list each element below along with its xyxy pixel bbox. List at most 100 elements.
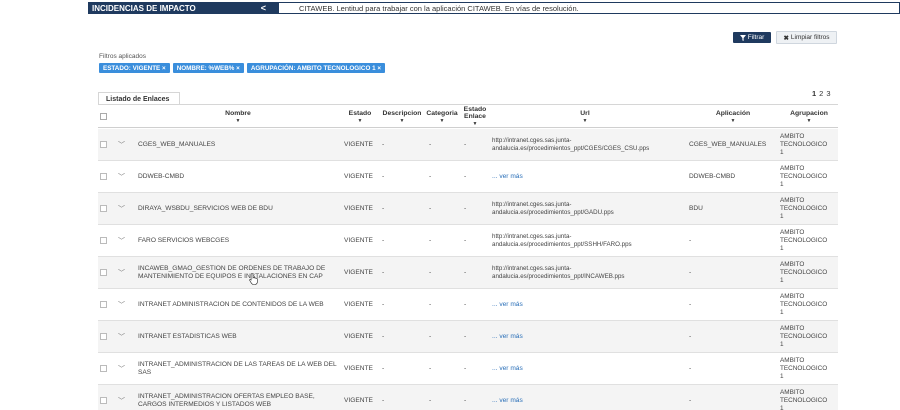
chevron-down-icon[interactable]: ﹀ bbox=[118, 225, 125, 256]
row-checkbox[interactable] bbox=[100, 237, 107, 244]
agr-line: AMBITO bbox=[780, 324, 805, 332]
column-header-nombre[interactable]: Nombre ▼ bbox=[138, 106, 338, 128]
row-checkbox[interactable] bbox=[100, 141, 107, 148]
cell-url[interactable]: http://intranet.cges.sas.junta- andaluci… bbox=[492, 129, 692, 160]
cell-nombre: INTRANET ESTADISTICAS WEB bbox=[138, 332, 237, 340]
banner-title-panel[interactable]: INCIDENCIAS DE IMPACTO < bbox=[88, 2, 278, 14]
column-header-estado[interactable]: Estado ▼ bbox=[343, 106, 377, 128]
row-checkbox[interactable] bbox=[100, 301, 107, 308]
agr-line: 1 bbox=[780, 148, 784, 156]
page-current[interactable]: 1 bbox=[812, 89, 816, 98]
cell-estado-enlace: - bbox=[464, 364, 467, 372]
cell-estado-enlace: - bbox=[464, 268, 467, 276]
column-header-descripcion[interactable]: Descripcion ▼ bbox=[380, 106, 424, 128]
row-checkbox[interactable] bbox=[100, 173, 107, 180]
table-header: Nombre ▼ Estado ▼ Descripcion ▼ Categori… bbox=[98, 106, 838, 128]
row-checkbox[interactable] bbox=[100, 269, 107, 276]
cell-aplicacion: - bbox=[689, 332, 692, 340]
chevron-down-icon[interactable]: ﹀ bbox=[118, 385, 125, 410]
column-header-url[interactable]: Url ▼ bbox=[490, 106, 680, 128]
row-checkbox[interactable] bbox=[100, 397, 107, 404]
clear-filters-label: Limpiar filtros bbox=[790, 34, 830, 41]
cell-categoria: - bbox=[429, 204, 432, 212]
ver-mas-link[interactable]: ... ver más bbox=[492, 321, 523, 352]
page-3[interactable]: 3 bbox=[826, 89, 830, 98]
column-header-categoria[interactable]: Categoria ▼ bbox=[424, 106, 460, 128]
applied-filters: ESTADO: VIGENTE × NOMBRE: %WEB% × AGRUPA… bbox=[99, 63, 386, 73]
cell-descripcion: - bbox=[382, 140, 385, 148]
column-label: Nombre bbox=[225, 109, 251, 117]
cell-estado-enlace: - bbox=[464, 140, 467, 148]
cell-url[interactable]: http://intranet.cges.sas.junta- andaluci… bbox=[492, 257, 692, 288]
sort-down-icon[interactable]: ▼ bbox=[583, 118, 588, 125]
cell-agrupacion: AMBITO TECNOLOGICO 1 bbox=[780, 385, 827, 410]
chevron-down-icon[interactable]: ﹀ bbox=[118, 161, 125, 192]
ver-mas-link[interactable]: ... ver más bbox=[492, 289, 523, 320]
url-line: andalucia.es/procedimientos_ppt/CGES/CGE… bbox=[492, 144, 650, 152]
cell-url[interactable]: http://intranet.cges.sas.junta- andaluci… bbox=[492, 193, 692, 224]
column-header-estado-enlace[interactable]: Estado Enlace ▼ bbox=[460, 106, 490, 128]
sort-down-icon[interactable]: ▼ bbox=[473, 121, 478, 128]
cell-nombre: INTRANET_ADMINISTRACION DE LAS TAREAS DE… bbox=[138, 360, 337, 376]
page-2[interactable]: 2 bbox=[819, 89, 823, 98]
cell-nombre: DIRAYA_WSBDU_SERVICIOS WEB DE BDU bbox=[138, 204, 273, 212]
clear-filters-button[interactable]: ✖ Limpiar filtros bbox=[776, 31, 837, 44]
sort-down-icon[interactable]: ▼ bbox=[807, 118, 812, 125]
filter-chip-nombre[interactable]: NOMBRE: %WEB% × bbox=[172, 63, 244, 73]
cell-categoria: - bbox=[429, 332, 432, 340]
sort-down-icon[interactable]: ▼ bbox=[731, 118, 736, 125]
sort-down-icon[interactable]: ▼ bbox=[440, 118, 445, 125]
cell-estado-enlace: - bbox=[464, 236, 467, 244]
cell-estado-enlace: - bbox=[464, 204, 467, 212]
agr-line: 1 bbox=[780, 180, 784, 188]
cell-agrupacion: AMBITO TECNOLOGICO 1 bbox=[780, 225, 827, 256]
url-line: http://intranet.cges.sas.junta- bbox=[492, 136, 572, 144]
agr-line: AMBITO bbox=[780, 356, 805, 364]
row-checkbox[interactable] bbox=[100, 333, 107, 340]
agr-line: TECNOLOGICO bbox=[780, 204, 828, 212]
chevron-down-icon[interactable]: ﹀ bbox=[118, 257, 125, 288]
cell-aplicacion: DDWEB-CMBD bbox=[689, 172, 736, 180]
sort-down-icon[interactable]: ▼ bbox=[236, 118, 241, 125]
filter-button-label: Filtrar bbox=[747, 34, 765, 41]
cell-estado: VIGENTE bbox=[344, 396, 373, 404]
chevron-down-icon[interactable]: ﹀ bbox=[118, 129, 125, 160]
cell-nombre: DDWEB-CMBD bbox=[138, 172, 185, 180]
agr-line: TECNOLOGICO bbox=[780, 268, 828, 276]
cell-descripcion: - bbox=[382, 396, 385, 404]
row-checkbox[interactable] bbox=[100, 205, 107, 212]
agr-line: 1 bbox=[780, 212, 784, 220]
ver-mas-link[interactable]: ... ver más bbox=[492, 353, 523, 384]
filter-chip-agrupacion[interactable]: AGRUPACIÓN: AMBITO TECNOLOGICO 1 × bbox=[246, 63, 386, 73]
table-row: ﹀ INTRANET ADMINISTRACION DE CONTENIDOS … bbox=[98, 289, 838, 321]
sort-down-icon[interactable]: ▼ bbox=[400, 118, 405, 125]
agr-line: 1 bbox=[780, 340, 784, 348]
table-row: ﹀ INCAWEB_GMAO_GESTION DE ORDENES DE TRA… bbox=[98, 257, 838, 289]
chevron-down-icon[interactable]: ﹀ bbox=[118, 321, 125, 352]
agr-line: TECNOLOGICO bbox=[780, 140, 828, 148]
chevron-down-icon[interactable]: ﹀ bbox=[118, 289, 125, 320]
links-table-body: ﹀ CGES_WEB_MANUALES VIGENTE - - - http:/… bbox=[98, 129, 838, 410]
column-label: Descripcion bbox=[382, 109, 422, 117]
collapse-chevron-icon[interactable]: < bbox=[261, 2, 266, 14]
sort-down-icon[interactable]: ▼ bbox=[358, 118, 363, 125]
ver-mas-link[interactable]: ... ver más bbox=[492, 385, 523, 410]
cell-estado-enlace: - bbox=[464, 300, 467, 308]
cell-agrupacion: AMBITO TECNOLOGICO 1 bbox=[780, 257, 827, 288]
row-checkbox[interactable] bbox=[100, 365, 107, 372]
ver-mas-link[interactable]: ... ver más bbox=[492, 161, 523, 192]
cell-aplicacion: - bbox=[689, 268, 692, 276]
select-all-checkbox[interactable] bbox=[100, 113, 107, 120]
cell-url[interactable]: http://intranet.cges.sas.junta- andaluci… bbox=[492, 225, 692, 256]
column-header-agrupacion[interactable]: Agrupacion ▼ bbox=[780, 106, 838, 128]
column-header-aplicacion[interactable]: Aplicación ▼ bbox=[688, 106, 778, 128]
filter-button[interactable]: Filtrar bbox=[733, 32, 771, 43]
agr-line: TECNOLOGICO bbox=[780, 396, 828, 404]
chevron-down-icon[interactable]: ﹀ bbox=[118, 193, 125, 224]
column-label: Agrupacion bbox=[790, 109, 828, 117]
agr-line: 1 bbox=[780, 308, 784, 316]
filter-chip-estado[interactable]: ESTADO: VIGENTE × bbox=[99, 63, 170, 73]
cell-aplicacion: - bbox=[689, 300, 692, 308]
cell-agrupacion: AMBITO TECNOLOGICO 1 bbox=[780, 289, 827, 320]
chevron-down-icon[interactable]: ﹀ bbox=[118, 353, 125, 384]
